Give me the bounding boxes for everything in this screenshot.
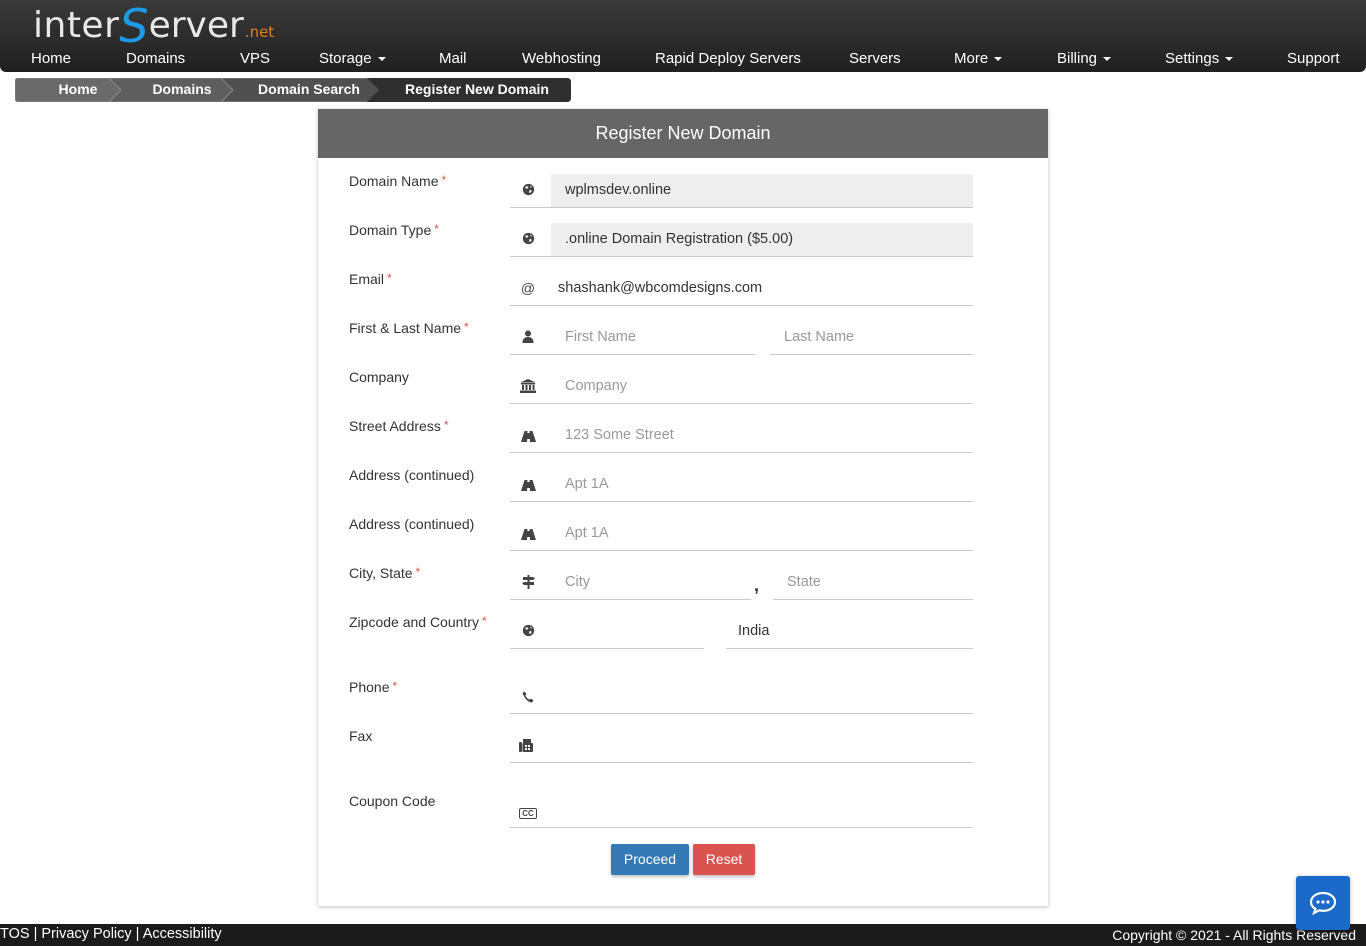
address-continued-label: Address (continued) (349, 516, 475, 532)
zip-country-label: Zipcode and Country * (349, 614, 487, 630)
fax-label: Fax (349, 728, 373, 744)
caret-down-icon (1103, 57, 1112, 62)
nav-webhosting[interactable]: Webhosting (522, 50, 601, 67)
name-label: First & Last Name * (349, 320, 469, 336)
street-address-label: Street Address * (349, 418, 449, 434)
required-asterisk: * (443, 418, 449, 432)
address-continued-label: Address (continued) (349, 467, 475, 483)
nav-domains[interactable]: Domains (126, 50, 185, 67)
breadcrumb-domain-search[interactable]: Domain Search (221, 78, 382, 102)
bank-icon (510, 379, 546, 398)
logo-text-net: .net (244, 23, 275, 41)
globe-icon (510, 624, 546, 642)
road-icon (510, 478, 546, 496)
breadcrumb-home[interactable]: Home (15, 78, 122, 102)
fax-input[interactable] (551, 729, 973, 763)
phone-label: Phone * (349, 679, 398, 695)
street-address-input[interactable]: 123 Some Street (551, 419, 973, 453)
required-asterisk: * (481, 614, 487, 628)
domain-name-label: Domain Name * (349, 173, 447, 189)
first-name-input[interactable]: First Name (551, 321, 755, 355)
coupon-code-label: Coupon Code (349, 793, 436, 809)
footer-link-privacy-policy[interactable]: Privacy Policy (41, 926, 131, 942)
required-asterisk: * (464, 320, 469, 334)
footer: TOS | Privacy Policy | Accessibility Cop… (0, 924, 1366, 946)
top-navbar: inter Server .net Home Domains VPS Storage… (0, 0, 1366, 72)
road-icon (510, 527, 546, 545)
coupon-code-input[interactable] (551, 794, 973, 828)
email-input[interactable]: shashank@wbcomdesigns.com (544, 272, 973, 306)
required-asterisk: * (387, 271, 392, 285)
nav-mail[interactable]: Mail (439, 50, 467, 67)
nav-billing[interactable]: Billing (1057, 50, 1112, 67)
city-state-separator: , (754, 575, 760, 595)
domain-type-select[interactable]: .online Domain Registration ($5.00) (551, 223, 973, 257)
road-icon (510, 429, 546, 447)
nav-vps[interactable]: VPS (240, 50, 270, 67)
caret-down-icon (377, 57, 386, 62)
proceed-button[interactable]: Proceed (611, 844, 689, 875)
country-select[interactable]: India (726, 615, 973, 649)
signpost-icon (510, 575, 546, 594)
breadcrumb-domains[interactable]: Domains (109, 78, 236, 102)
city-input[interactable]: City (551, 566, 751, 600)
address-line3-input[interactable]: Apt 1A (551, 517, 973, 551)
interserver-logo[interactable]: inter Server .net (33, 0, 275, 53)
logo-text-erver: erver (148, 5, 244, 46)
last-name-input[interactable]: Last Name (770, 321, 973, 355)
panel-title: Register New Domain (318, 109, 1048, 158)
caret-down-icon (1225, 57, 1234, 62)
company-label: Company (349, 369, 409, 385)
required-asterisk: * (441, 173, 447, 187)
user-icon (510, 330, 546, 348)
nav-more[interactable]: More (954, 50, 1003, 67)
state-input[interactable]: State (773, 566, 973, 600)
email-label: Email * (349, 271, 392, 287)
domain-type-label: Domain Type * (349, 222, 439, 238)
footer-separator: | (135, 926, 140, 942)
address-line2-input[interactable]: Apt 1A (551, 468, 973, 502)
required-asterisk: * (392, 679, 398, 693)
breadcrumb: Home Domains Domain Search Register New … (15, 78, 571, 102)
logo-text-s: S (119, 0, 149, 53)
required-asterisk: * (434, 222, 439, 236)
chat-icon (1309, 891, 1337, 915)
footer-link-accessibility[interactable]: Accessibility (143, 926, 222, 942)
required-asterisk: * (415, 565, 421, 579)
cc-icon: CC (510, 803, 546, 821)
globe-icon (510, 183, 546, 201)
nav-servers[interactable]: Servers (849, 50, 901, 67)
company-input[interactable]: Company (551, 370, 973, 404)
footer-separator: | (33, 926, 38, 942)
fax-icon (508, 739, 544, 757)
domain-name-input[interactable]: wplmsdev.online (551, 174, 973, 208)
nav-storage[interactable]: Storage (319, 50, 386, 67)
logo-text-inter: inter (33, 5, 120, 46)
phone-icon (510, 690, 546, 708)
breadcrumb-register-new-domain: Register New Domain (367, 78, 571, 102)
main-nav: Home Domains VPS Storage Mail Webhosting… (0, 50, 1366, 72)
reset-button[interactable]: Reset (693, 844, 755, 875)
phone-input[interactable] (551, 680, 973, 714)
footer-links: TOS | Privacy Policy | Accessibility (0, 924, 222, 945)
zipcode-input[interactable] (551, 615, 704, 649)
register-domain-panel: Register New Domain Domain Name * wplmsde… (318, 109, 1048, 906)
at-icon: @ (520, 280, 536, 296)
globe-icon (510, 232, 546, 250)
nav-support[interactable]: Support (1287, 50, 1340, 67)
caret-down-icon (994, 57, 1003, 62)
footer-link-tos[interactable]: TOS (0, 926, 30, 942)
chat-button[interactable] (1296, 876, 1350, 930)
city-state-label: City, State * (349, 565, 421, 581)
nav-settings[interactable]: Settings (1165, 50, 1234, 67)
nav-home[interactable]: Home (31, 50, 71, 67)
nav-rapid-deploy-servers[interactable]: Rapid Deploy Servers (655, 50, 801, 67)
